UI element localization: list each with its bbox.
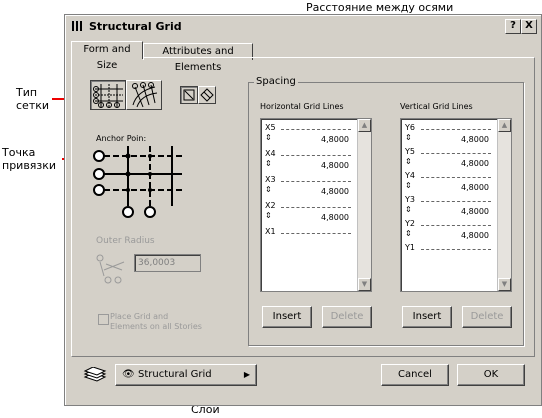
spacing-value[interactable]: 4,8000 bbox=[321, 187, 349, 197]
place-grid-checkbox[interactable] bbox=[98, 314, 109, 325]
tab-panel: Anchor Poin: Outer Radius 36,0003 Place … bbox=[71, 57, 535, 357]
title-bar[interactable]: Structural Grid ? X bbox=[67, 17, 537, 35]
list-item[interactable]: Y6 bbox=[405, 123, 415, 133]
list-item[interactable]: X4 bbox=[265, 149, 276, 159]
eye-icon: 👁 bbox=[122, 369, 135, 380]
structural-grid-dialog: Structural Grid ? X Form and Size Attrib… bbox=[64, 14, 542, 406]
spacing-value[interactable]: 4,8000 bbox=[321, 135, 349, 145]
arrow-right-icon: ▶ bbox=[243, 370, 250, 379]
tab-form-and-size[interactable]: Form and Size bbox=[71, 41, 143, 71]
grid-line-divider bbox=[281, 155, 351, 156]
spacing-value[interactable]: 4,8000 bbox=[461, 135, 489, 145]
spacing-group-label: Spacing bbox=[254, 76, 298, 87]
anchor-point-label: Anchor Poin: bbox=[96, 134, 147, 143]
marker-rotated-icon bbox=[200, 88, 214, 102]
layers-icon bbox=[83, 366, 107, 383]
layer-value: Structural Grid bbox=[138, 369, 212, 380]
scroll-up-arrow-icon[interactable]: ▲ bbox=[358, 119, 371, 132]
spacing-arrow-icon: ⇕ bbox=[265, 159, 272, 168]
place-grid-label: Place Grid and Elements on all Stories bbox=[110, 312, 202, 332]
outer-radius-field[interactable]: 36,0003 bbox=[134, 254, 201, 272]
spacing-arrow-icon: ⇕ bbox=[405, 229, 412, 238]
grid-type-orthogonal-button[interactable] bbox=[90, 80, 126, 110]
grid-line-divider bbox=[421, 201, 491, 202]
vertical-insert-button[interactable]: Insert bbox=[402, 306, 452, 328]
spacing-value[interactable]: 4,8000 bbox=[321, 161, 349, 171]
spacing-value[interactable]: 4,8000 bbox=[321, 213, 349, 223]
spacing-arrow-icon: ⇕ bbox=[265, 211, 272, 220]
grid-line-divider bbox=[421, 225, 491, 226]
radial-grid-icon bbox=[132, 82, 158, 108]
vertical-delete-button[interactable]: Delete bbox=[462, 306, 512, 328]
spacing-value[interactable]: 4,8000 bbox=[461, 159, 489, 169]
help-button[interactable]: ? bbox=[505, 19, 521, 34]
horizontal-label: Horizontal Grid Lines bbox=[260, 102, 344, 111]
horizontal-delete-button[interactable]: Delete bbox=[322, 306, 372, 328]
grid-line-divider bbox=[421, 129, 491, 130]
list-item[interactable]: Y4 bbox=[405, 171, 415, 181]
grid-line-divider bbox=[421, 177, 491, 178]
vertical-label: Vertical Grid Lines bbox=[400, 102, 473, 111]
list-item[interactable]: X5 bbox=[265, 123, 276, 133]
list-item[interactable]: X2 bbox=[265, 201, 276, 211]
place-grid-label-line2: Elements on all Stories bbox=[110, 322, 202, 331]
scroll-down-arrow-icon[interactable]: ▼ bbox=[498, 278, 511, 291]
grid-line-divider bbox=[281, 129, 351, 130]
annotation-grid-type: Тип сетки bbox=[16, 86, 49, 112]
outer-radius-icon bbox=[94, 250, 128, 286]
spacing-arrow-icon: ⇕ bbox=[265, 133, 272, 142]
grid-type-radial-button[interactable] bbox=[126, 80, 162, 110]
grid-line-divider bbox=[281, 207, 351, 208]
outer-radius-label: Outer Radius bbox=[96, 236, 155, 246]
grid-line-divider bbox=[281, 181, 351, 182]
list-item[interactable]: X3 bbox=[265, 175, 276, 185]
vertical-grid-list[interactable]: Y6 ⇕ 4,8000 Y5 ⇕ 4,8000 Y4 ⇕ 4,8000 Y3 ⇕… bbox=[400, 118, 512, 292]
spacing-arrow-icon: ⇕ bbox=[405, 205, 412, 214]
scroll-up-arrow-icon[interactable]: ▲ bbox=[498, 119, 511, 132]
spacing-value[interactable]: 4,8000 bbox=[461, 183, 489, 193]
list-item[interactable]: Y3 bbox=[405, 195, 415, 205]
list-item[interactable]: X1 bbox=[265, 227, 276, 237]
grid-option-1-button[interactable] bbox=[180, 86, 198, 104]
close-button[interactable]: X bbox=[521, 19, 537, 34]
horizontal-insert-button[interactable]: Insert bbox=[262, 306, 312, 328]
spacing-arrow-icon: ⇕ bbox=[405, 133, 412, 142]
annotation-grid-type-text: Тип сетки bbox=[16, 86, 50, 112]
ok-button[interactable]: OK bbox=[457, 364, 525, 386]
spacing-value[interactable]: 4,8000 bbox=[461, 231, 489, 241]
grid-option-2-button[interactable] bbox=[198, 86, 216, 104]
vertical-list-scrollbar[interactable]: ▲ ▼ bbox=[497, 119, 511, 291]
cancel-button[interactable]: Cancel bbox=[381, 364, 449, 386]
spacing-value[interactable]: 4,8000 bbox=[461, 207, 489, 217]
layer-selector-button[interactable]: 👁 Structural Grid ▶ bbox=[115, 364, 257, 386]
anchor-grid-icon bbox=[93, 146, 182, 218]
horizontal-grid-list[interactable]: X5 ⇕ 4,8000 X4 ⇕ 4,8000 X3 ⇕ 4,8000 X2 ⇕… bbox=[260, 118, 372, 292]
place-grid-label-line1: Place Grid and bbox=[110, 312, 169, 321]
annotation-spacing: Расстояние между осями bbox=[306, 1, 454, 14]
annotation-anchor-point-text: Точка привязки bbox=[2, 146, 57, 172]
horizontal-list-scrollbar[interactable]: ▲ ▼ bbox=[357, 119, 371, 291]
grid-line-divider bbox=[421, 249, 491, 250]
list-item[interactable]: Y2 bbox=[405, 219, 415, 229]
grid-app-icon bbox=[71, 20, 83, 32]
spacing-arrow-icon: ⇕ bbox=[265, 185, 272, 194]
marker-square-icon bbox=[183, 89, 195, 101]
scroll-down-arrow-icon[interactable]: ▼ bbox=[358, 278, 371, 291]
grid-line-divider bbox=[421, 153, 491, 154]
spacing-arrow-icon: ⇕ bbox=[405, 181, 412, 190]
spacing-arrow-icon: ⇕ bbox=[405, 157, 412, 166]
list-item[interactable]: Y1 bbox=[405, 243, 415, 253]
orthogonal-grid-icon bbox=[93, 84, 123, 108]
dialog-title: Structural Grid bbox=[89, 20, 182, 33]
anchor-point-selector[interactable] bbox=[92, 144, 184, 220]
grid-line-divider bbox=[281, 233, 351, 234]
annotation-anchor-point: Точка привязки bbox=[2, 146, 56, 172]
list-item[interactable]: Y5 bbox=[405, 147, 415, 157]
